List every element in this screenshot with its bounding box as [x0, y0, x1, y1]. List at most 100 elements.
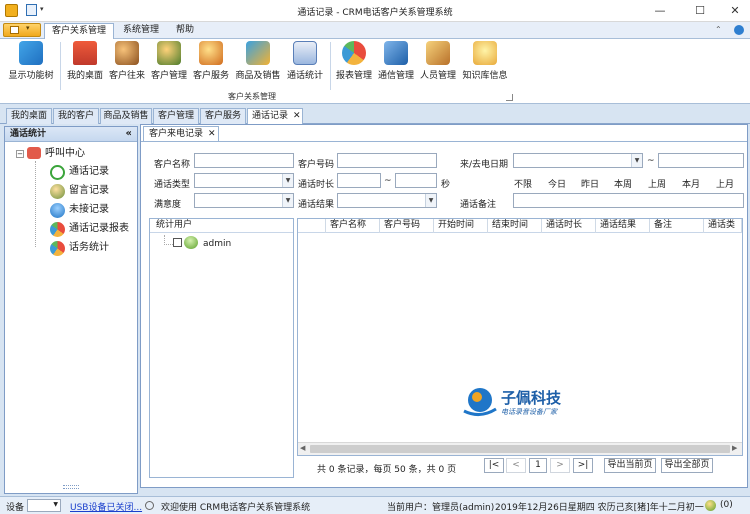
communication-icon	[384, 41, 408, 65]
staff-management-button[interactable]: 人员管理	[418, 41, 458, 81]
customer-number-label: 客户号码	[298, 160, 335, 170]
doc-tab-call-records[interactable]: 通话记录 ✕	[247, 108, 303, 124]
tab-help[interactable]: 帮助	[170, 23, 200, 39]
tree-item-message-records[interactable]: 留言记录	[69, 184, 109, 198]
duration-label: 通话时长	[298, 180, 335, 190]
usb-status-link[interactable]: USB设备已关闭...	[70, 500, 142, 513]
tree-item-call-records[interactable]: 通话记录	[69, 165, 109, 179]
col-remark[interactable]: 备注	[650, 219, 704, 233]
scroll-left-icon[interactable]: ◀	[300, 444, 305, 452]
col-customer-number[interactable]: 客户号码	[380, 219, 434, 233]
collapse-panel-icon[interactable]: «	[126, 127, 132, 141]
window-title: 通话记录 - CRM电话客户关系管理系统	[297, 8, 453, 18]
quick-filter-last-week[interactable]: 上周	[648, 177, 666, 190]
call-statistics-button[interactable]: 通话统计	[285, 41, 325, 81]
col-call-type[interactable]: 通话类	[704, 219, 742, 233]
quick-filter-last-month[interactable]: 上月	[716, 177, 734, 190]
quick-filter-today[interactable]: 今日	[548, 177, 566, 190]
app-menu-button[interactable]	[3, 23, 41, 37]
doc-tab-my-desktop[interactable]: 我的桌面	[6, 108, 52, 124]
doc-tab-customer-service[interactable]: 客户服务	[200, 108, 246, 124]
scroll-thumb[interactable]	[310, 445, 730, 453]
customer-name-input[interactable]	[194, 153, 294, 168]
refresh-icon[interactable]	[145, 501, 154, 510]
quick-filter-this-month[interactable]: 本月	[682, 177, 700, 190]
call-remark-input[interactable]	[513, 193, 744, 208]
tab-system-management[interactable]: 系统管理	[118, 23, 164, 39]
export-all-pages-button[interactable]: 导出全部页	[661, 458, 713, 473]
missed-call-icon	[50, 203, 65, 218]
customer-contacts-button[interactable]: 客户往来	[107, 41, 147, 81]
knowledge-base-button[interactable]: 知识库信息	[460, 41, 510, 81]
close-inner-tab-icon[interactable]: ✕	[208, 127, 216, 141]
quick-filter-any[interactable]: 不限	[514, 177, 532, 190]
user-checkbox[interactable]	[173, 238, 182, 247]
panel-splitter-grip[interactable]	[63, 485, 79, 489]
dropdown-arrow-icon: ▼	[425, 194, 436, 207]
scroll-right-icon[interactable]: ▶	[732, 444, 737, 452]
notification-icon[interactable]	[705, 500, 716, 511]
col-end-time[interactable]: 结束时间	[488, 219, 542, 233]
doc-tab-my-customers[interactable]: 我的客户	[53, 108, 99, 124]
next-page-button[interactable]: >	[550, 458, 570, 473]
customer-number-input[interactable]	[337, 153, 437, 168]
first-page-button[interactable]: |<	[484, 458, 504, 473]
tree-item-traffic-stats[interactable]: 话务统计	[69, 241, 109, 255]
communication-management-label: 通信管理	[377, 71, 414, 81]
prev-page-button[interactable]: <	[506, 458, 526, 473]
pager: 共 0 条记录，每页 50 条，共 0 页 |< < 1 > >| 导出当前页 …	[297, 458, 743, 476]
goods-sales-button[interactable]: 商品及销售	[233, 41, 283, 81]
tree-line	[35, 161, 36, 247]
tree-expander-icon[interactable]: −	[16, 150, 24, 158]
grid-horizontal-scrollbar[interactable]: ◀ ▶	[298, 442, 742, 455]
end-date-picker[interactable]	[658, 153, 744, 168]
customer-service-button[interactable]: 客户服务	[191, 41, 231, 81]
inner-tab-incoming-calls[interactable]: 客户来电记录 ✕	[143, 126, 219, 141]
call-remark-label: 通话备注	[460, 200, 497, 210]
watermark-company-name: 子佩科技	[501, 389, 562, 407]
group-expand-icon[interactable]	[506, 94, 513, 101]
call-type-select[interactable]: ▼	[194, 173, 294, 188]
doc-tab-customer-management[interactable]: 客户管理	[153, 108, 199, 124]
call-result-label: 通话结果	[298, 200, 335, 210]
tree-root-call-center[interactable]: 呼叫中心	[45, 147, 85, 161]
tree-item-call-report[interactable]: 通话记录报表	[69, 222, 129, 236]
left-panel-title: 通话统计	[10, 129, 47, 139]
satisfaction-select[interactable]: ▼	[194, 193, 294, 208]
quick-filter-yesterday[interactable]: 昨日	[581, 177, 599, 190]
user-admin-label[interactable]: admin	[203, 239, 231, 249]
minimize-button[interactable]: —	[645, 2, 675, 20]
communication-management-button[interactable]: 通信管理	[376, 41, 416, 81]
last-page-button[interactable]: >|	[573, 458, 593, 473]
quick-filter-this-week[interactable]: 本周	[614, 177, 632, 190]
duration-min-input[interactable]	[337, 173, 381, 188]
show-tree-label: 显示功能树	[8, 71, 54, 81]
start-date-picker[interactable]: ▼	[513, 153, 643, 168]
customer-management-button[interactable]: 客户管理	[149, 41, 189, 81]
col-start-time[interactable]: 开始时间	[434, 219, 488, 233]
left-panel: 通话统计 « − 呼叫中心 通话记录 留言记录 未接记录 通话记录报表 话务统计	[4, 126, 138, 494]
my-desktop-button[interactable]: 我的桌面	[64, 41, 106, 81]
col-duration[interactable]: 通话时长	[542, 219, 596, 233]
col-call-result[interactable]: 通话结果	[596, 219, 650, 233]
collapse-ribbon-icon[interactable]: ⌃	[715, 25, 722, 34]
report-management-button[interactable]: 报表管理	[334, 41, 374, 81]
doc-tab-goods-sales[interactable]: 商品及销售	[100, 108, 152, 124]
close-tab-icon[interactable]: ✕	[293, 109, 301, 124]
call-record-icon	[50, 165, 65, 180]
user-group-icon	[184, 236, 198, 249]
duration-max-input[interactable]	[395, 173, 437, 188]
page-number-input[interactable]: 1	[529, 458, 547, 473]
tree-item-missed-records[interactable]: 未接记录	[69, 203, 109, 217]
help-icon[interactable]	[734, 25, 744, 35]
device-select[interactable]: ▼	[27, 499, 61, 512]
current-datetime: 2019年12月26日星期四 农历己亥[猪]年十二月初一	[495, 503, 704, 513]
grid-header: 客户名称 客户号码 开始时间 结束时间 通话时长 通话结果 备注 通话类	[298, 219, 742, 233]
export-current-page-button[interactable]: 导出当前页	[604, 458, 656, 473]
call-result-select[interactable]: ▼	[337, 193, 437, 208]
maximize-button[interactable]: ☐	[685, 2, 715, 20]
close-button[interactable]: ✕	[720, 2, 750, 20]
tab-customer-relations[interactable]: 客户关系管理	[44, 23, 114, 39]
col-customer-name[interactable]: 客户名称	[326, 219, 380, 233]
show-tree-button[interactable]: 显示功能树	[6, 41, 56, 81]
